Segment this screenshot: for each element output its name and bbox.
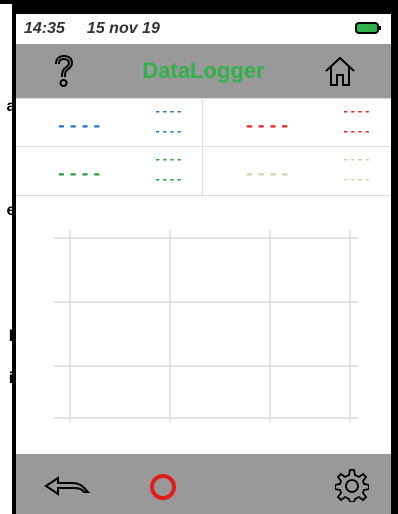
screen: 14:35 15 nov 19 DataLogger ---- ---- ---…	[16, 14, 391, 514]
record-icon[interactable]	[150, 474, 176, 500]
reading-sub-value: ----	[154, 153, 183, 167]
reading-cell-1[interactable]: ---- ---- ----	[16, 99, 203, 147]
reading-cell-3[interactable]: ---- ---- ----	[16, 147, 203, 195]
reading-sub-value: ----	[154, 105, 183, 119]
page-title: DataLogger	[142, 58, 265, 83]
reading-sub-value: ----	[154, 125, 183, 139]
app-header: DataLogger	[16, 44, 391, 98]
home-icon[interactable]	[323, 54, 357, 88]
question-mark-icon[interactable]	[50, 54, 78, 88]
reading-cell-2[interactable]: ---- ---- ----	[204, 99, 391, 147]
status-date: 15 nov 19	[86, 20, 160, 37]
battery-full-icon	[355, 22, 381, 34]
status-bar: 14:35 15 nov 19	[16, 14, 391, 44]
reading-main-value: ----	[56, 165, 104, 185]
reading-sub-value: ----	[342, 153, 371, 167]
reading-sub-value: ----	[342, 105, 371, 119]
reading-main-value: ----	[244, 117, 292, 137]
chart-area[interactable]	[46, 212, 358, 434]
reading-main-value: ----	[244, 165, 292, 185]
readings-grid: ---- ---- ---- ---- ---- ---- ---- ---- …	[16, 98, 391, 196]
reading-sub-value: ----	[342, 125, 371, 139]
back-arrow-icon[interactable]	[44, 472, 90, 500]
reading-cell-4[interactable]: ---- ---- ----	[204, 147, 391, 195]
reading-sub-value: ----	[342, 173, 371, 187]
status-time: 14:35	[24, 20, 65, 37]
bottom-toolbar	[16, 454, 391, 514]
reading-main-value: ----	[56, 117, 104, 137]
reading-sub-value: ----	[154, 173, 183, 187]
gear-icon[interactable]	[335, 468, 369, 502]
